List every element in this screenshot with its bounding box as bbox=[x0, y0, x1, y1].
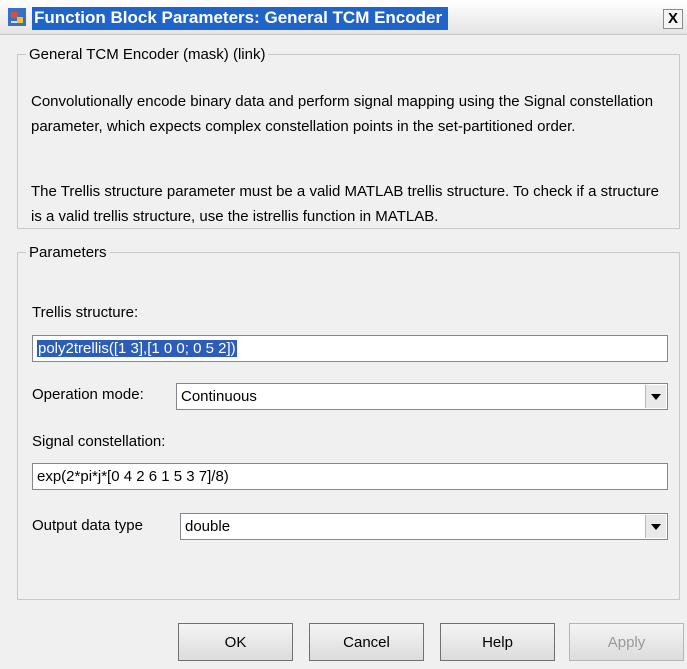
cancel-button[interactable]: Cancel bbox=[309, 623, 424, 661]
operation-mode-select[interactable]: Continuous bbox=[176, 383, 668, 410]
signal-constellation-input[interactable]: exp(2*pi*j*[0 4 2 6 1 5 3 7]/8) bbox=[32, 463, 668, 490]
window-title: Function Block Parameters: General TCM E… bbox=[32, 7, 449, 30]
output-data-type-select[interactable]: double bbox=[180, 513, 668, 540]
title-bar[interactable]: Function Block Parameters: General TCM E… bbox=[0, 0, 687, 35]
close-button[interactable]: X bbox=[663, 9, 683, 29]
output-data-type-label: Output data type bbox=[32, 517, 143, 534]
description-group: General TCM Encoder (mask) (link) Convol… bbox=[17, 46, 680, 229]
help-button[interactable]: Help bbox=[440, 623, 555, 661]
ok-button-label: OK bbox=[224, 633, 247, 651]
description-paragraph-2: The Trellis structure parameter must be … bbox=[31, 183, 660, 225]
parameters-group: Parameters Trellis structure: poly2trell… bbox=[17, 244, 680, 600]
chevron-down-icon[interactable] bbox=[645, 385, 666, 408]
ok-button[interactable]: OK bbox=[178, 623, 293, 661]
close-icon: X bbox=[667, 10, 678, 27]
apply-button[interactable]: Apply bbox=[569, 623, 684, 661]
parameters-legend: Parameters bbox=[29, 244, 107, 261]
trellis-structure-input[interactable]: poly2trellis([1 3],[1 0 0; 0 5 2]) bbox=[32, 335, 668, 362]
description-paragraph-1: Convolutionally encode binary data and p… bbox=[31, 93, 654, 135]
simulink-block-icon bbox=[8, 8, 26, 26]
cancel-button-label: Cancel bbox=[343, 633, 390, 651]
signal-constellation-value: exp(2*pi*j*[0 4 2 6 1 5 3 7]/8) bbox=[37, 468, 229, 485]
trellis-structure-label: Trellis structure: bbox=[32, 304, 139, 321]
trellis-structure-value: poly2trellis([1 3],[1 0 0; 0 5 2]) bbox=[37, 340, 237, 357]
operation-mode-value: Continuous bbox=[181, 388, 257, 405]
description-legend: General TCM Encoder (mask) (link) bbox=[29, 46, 266, 63]
help-button-label: Help bbox=[482, 633, 513, 651]
operation-mode-label: Operation mode: bbox=[32, 386, 144, 403]
apply-button-label: Apply bbox=[607, 633, 646, 651]
signal-constellation-label: Signal constellation: bbox=[32, 433, 166, 450]
output-data-type-value: double bbox=[185, 518, 231, 535]
chevron-down-icon[interactable] bbox=[645, 515, 666, 538]
